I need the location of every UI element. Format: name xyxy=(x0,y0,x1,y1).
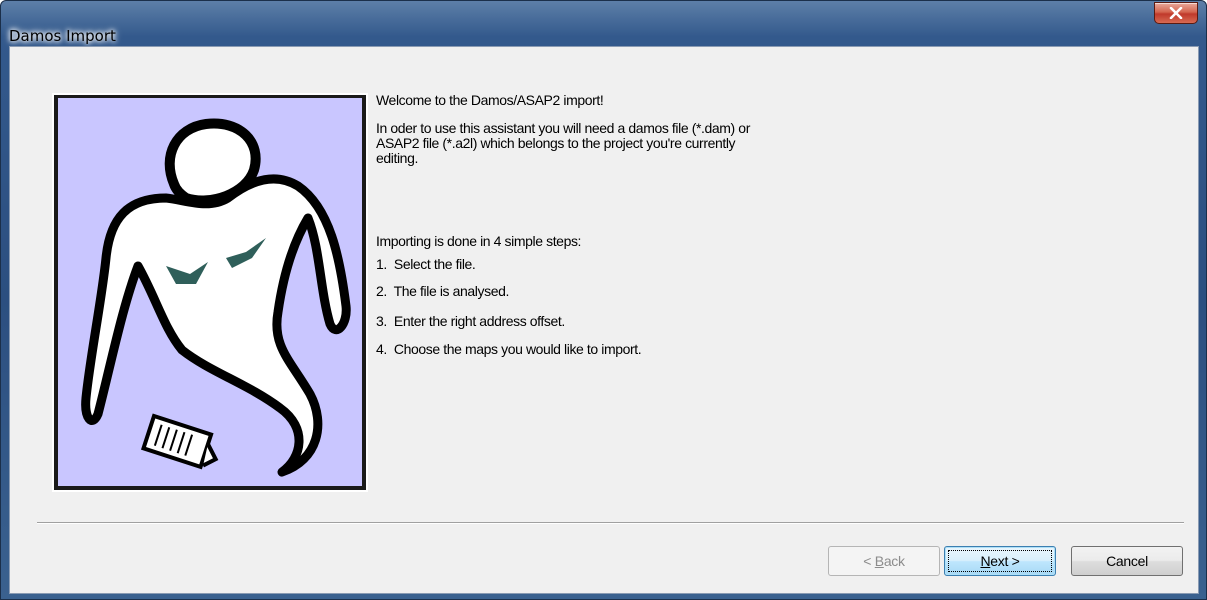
dialog-client-area: Welcome to the Damos/ASAP2 import! In od… xyxy=(9,46,1199,594)
ghost-illustration-icon xyxy=(81,118,351,477)
back-button-label: < Back xyxy=(863,553,905,569)
cancel-button[interactable]: Cancel xyxy=(1071,546,1183,576)
window-title: Damos Import xyxy=(9,27,116,45)
step-item: 4. Choose the maps you would like to imp… xyxy=(376,341,642,357)
intro-line-2: ASAP2 file (*.a2l) which belongs to the … xyxy=(376,135,736,151)
step-text: Enter the right address offset. xyxy=(393,313,565,329)
step-text: Select the file. xyxy=(393,256,476,272)
dialog-window: Damos Import Welcome to the Damos/ASAP2 … xyxy=(0,0,1207,600)
steps-intro: Importing is done in 4 simple steps: xyxy=(376,233,582,249)
intro-paragraph: In oder to use this assistant you will n… xyxy=(376,121,846,166)
next-mnemonic: N xyxy=(980,553,991,569)
intro-line-3: editing. xyxy=(376,150,418,166)
next-rest: ext > xyxy=(990,553,1020,569)
back-rest: ack xyxy=(883,553,905,569)
next-button-label: Next > xyxy=(980,553,1019,569)
next-button[interactable]: Next > xyxy=(944,546,1056,576)
step-number: 3. xyxy=(376,313,387,329)
back-mnemonic: B xyxy=(874,553,884,569)
step-item: 1. Select the file. xyxy=(376,256,476,272)
step-text: Choose the maps you would like to import… xyxy=(393,341,642,357)
step-number: 4. xyxy=(376,341,387,357)
close-icon xyxy=(1169,7,1183,19)
step-number: 1. xyxy=(376,256,387,272)
close-button[interactable] xyxy=(1154,2,1198,24)
step-item: 3. Enter the right address offset. xyxy=(376,313,565,329)
step-text: The file is analysed. xyxy=(393,283,510,299)
step-number: 2. xyxy=(376,283,387,299)
intro-line-1: In oder to use this assistant you will n… xyxy=(376,120,750,136)
welcome-heading: Welcome to the Damos/ASAP2 import! xyxy=(376,92,604,108)
button-separator xyxy=(37,522,1184,524)
wizard-illustration xyxy=(54,95,366,490)
cancel-button-label: Cancel xyxy=(1106,553,1148,569)
step-item: 2. The file is analysed. xyxy=(376,283,509,299)
title-bar[interactable]: Damos Import xyxy=(1,1,1206,45)
back-prefix: < xyxy=(863,553,875,569)
back-button[interactable]: < Back xyxy=(828,546,940,576)
